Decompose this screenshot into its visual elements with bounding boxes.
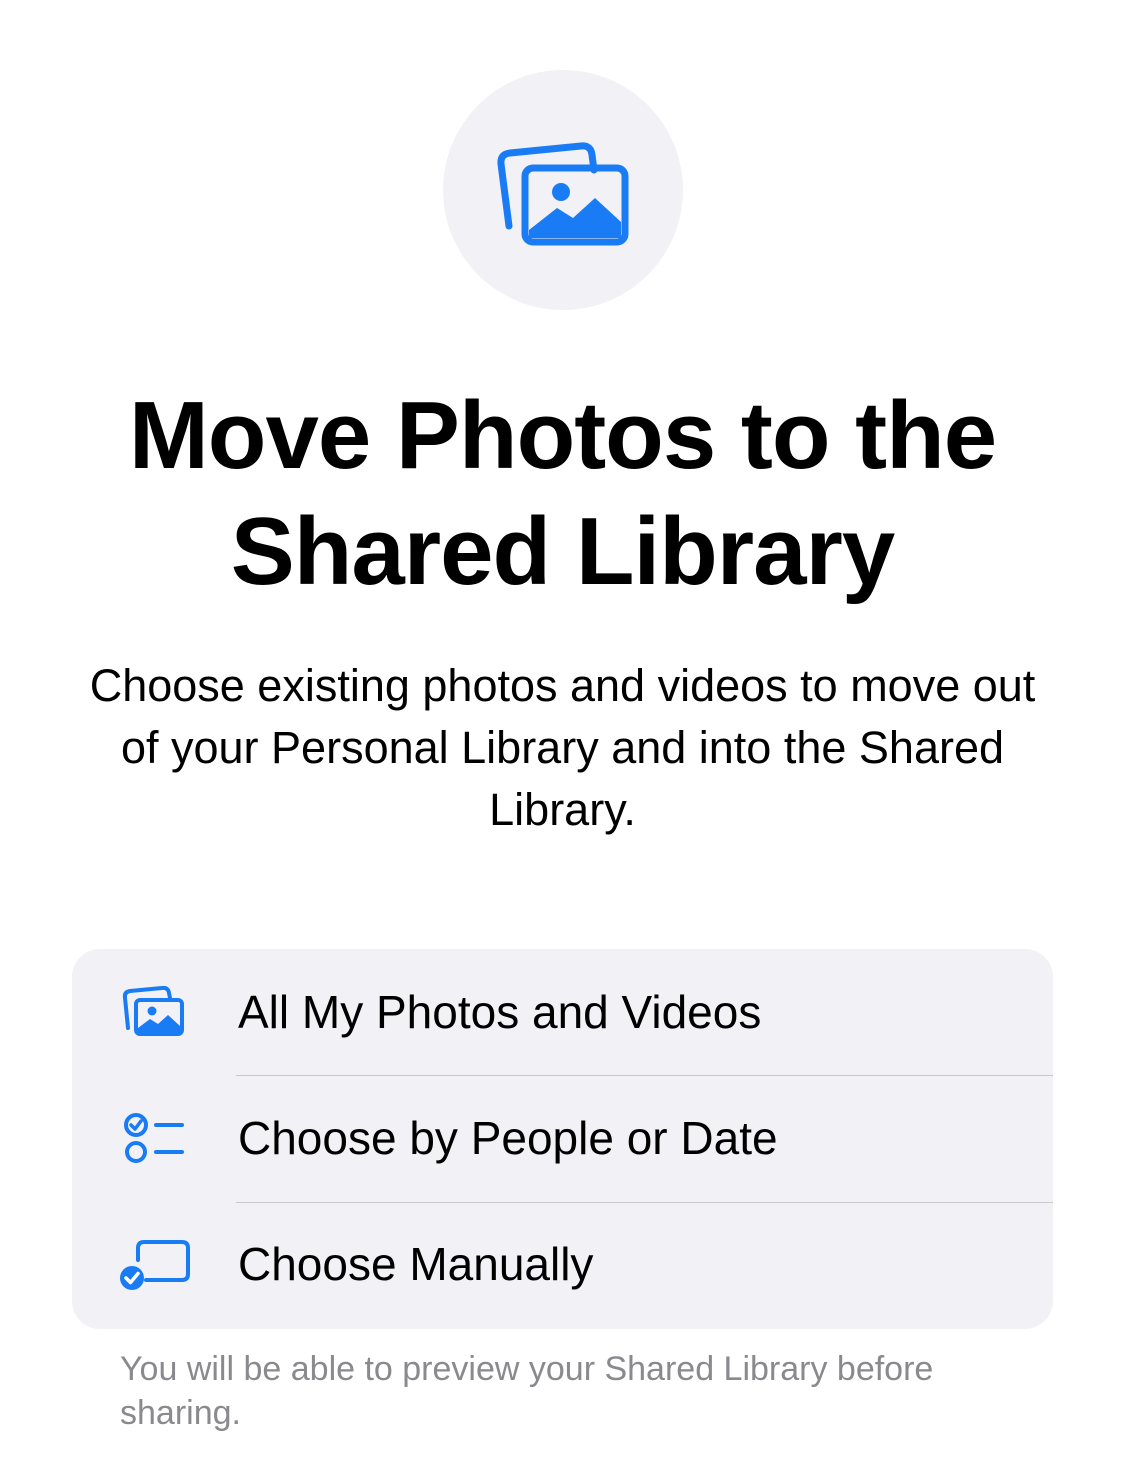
- footnote: You will be able to preview your Shared …: [120, 1350, 934, 1432]
- option-label: Choose Manually: [238, 1238, 594, 1290]
- page-subtitle: Choose existing photos and videos to mov…: [89, 660, 1036, 835]
- page-title: Move Photos to the Shared Library: [128, 382, 997, 605]
- select-manually-icon: [116, 1232, 192, 1296]
- photo-stack-icon: [495, 134, 631, 246]
- option-label: Choose by People or Date: [238, 1112, 778, 1164]
- photo-stack-icon: [116, 980, 192, 1044]
- hero-icon-circle: [443, 70, 683, 310]
- option-all-photos-videos[interactable]: All My Photos and Videos: [72, 949, 1053, 1075]
- option-label: All My Photos and Videos: [238, 986, 762, 1038]
- option-choose-manually[interactable]: Choose Manually: [72, 1201, 1053, 1327]
- checklist-icon: [116, 1106, 192, 1170]
- options-list: All My Photos and Videos Choose by Peopl…: [72, 949, 1053, 1329]
- option-choose-by-people-or-date[interactable]: Choose by People or Date: [72, 1075, 1053, 1201]
